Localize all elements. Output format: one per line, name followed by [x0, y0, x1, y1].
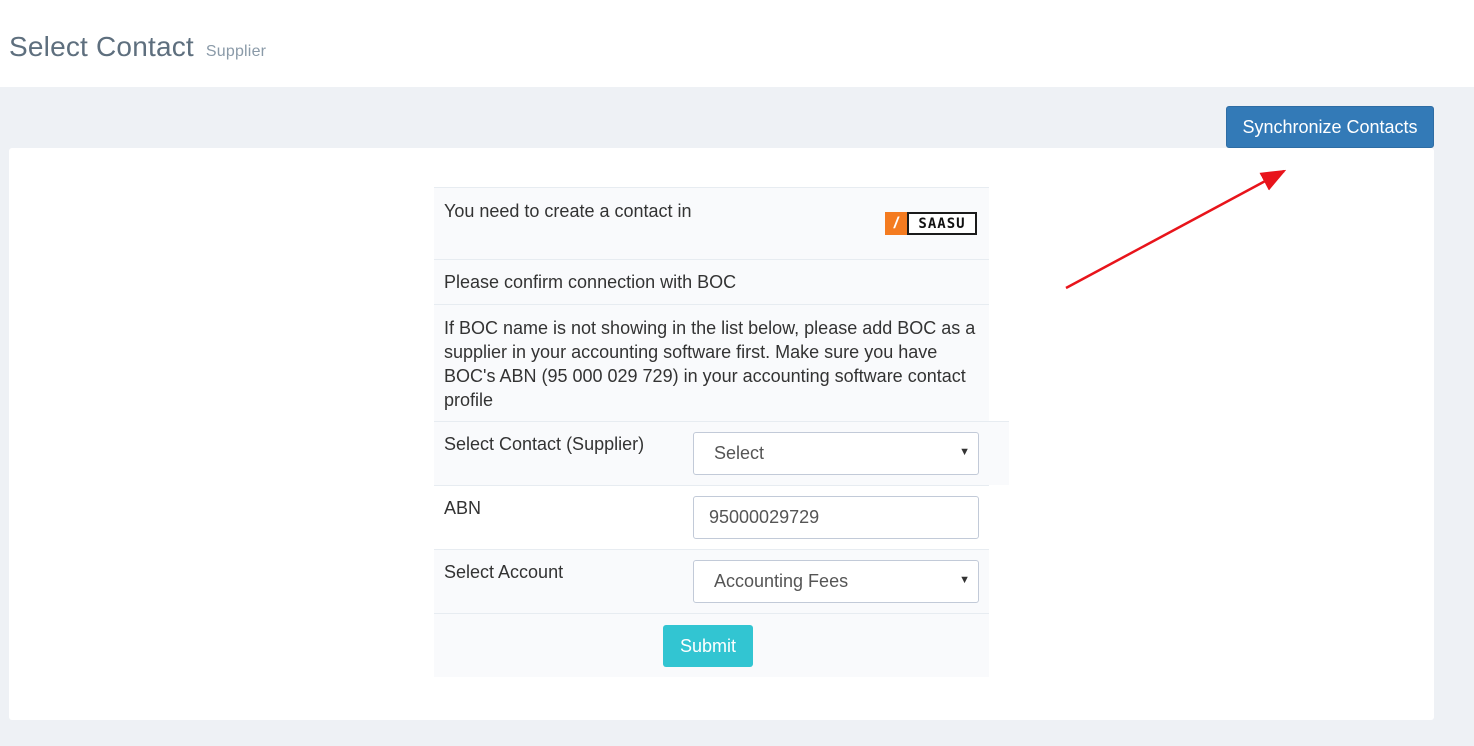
- abn-label: ABN: [444, 498, 482, 518]
- submit-button[interactable]: Submit: [663, 625, 753, 667]
- submit-row: Submit: [434, 613, 989, 677]
- intro-text: You need to create a contact in: [444, 201, 692, 221]
- saasu-mark-icon: /: [885, 212, 907, 235]
- page-title: Select Contact Supplier: [9, 31, 266, 63]
- confirm-text: Please confirm connection with BOC: [444, 272, 737, 292]
- page-header: Select Contact Supplier: [0, 0, 1474, 87]
- account-label: Select Account: [444, 562, 564, 582]
- account-row: Select Account Accounting Fees ▼: [434, 549, 989, 613]
- intro-row: You need to create a contact in / SAASU: [434, 187, 989, 259]
- info-row: If BOC name is not showing in the list b…: [434, 304, 989, 421]
- saasu-wordmark: SAASU: [909, 214, 975, 233]
- chevron-down-icon: ▼: [959, 446, 970, 458]
- chevron-down-icon: ▼: [959, 574, 970, 586]
- contact-label: Select Contact (Supplier): [444, 434, 645, 454]
- contact-row: Select Contact (Supplier) Select ▼: [434, 421, 1009, 485]
- account-select-value: Accounting Fees: [714, 571, 849, 591]
- abn-input-value: 95000029729: [709, 507, 820, 527]
- contact-select[interactable]: Select ▼: [693, 432, 979, 475]
- page-title-text: Select Contact: [9, 31, 194, 62]
- abn-row: ABN 95000029729: [434, 485, 989, 549]
- account-select[interactable]: Accounting Fees ▼: [693, 560, 979, 603]
- abn-input[interactable]: 95000029729: [693, 496, 979, 539]
- synchronize-contacts-button[interactable]: Synchronize Contacts: [1226, 106, 1434, 148]
- saasu-logo: / SAASU: [885, 212, 977, 235]
- contact-select-value: Select: [714, 443, 765, 463]
- confirm-row: Please confirm connection with BOC: [434, 259, 989, 304]
- info-text: If BOC name is not showing in the list b…: [444, 318, 976, 410]
- page-subtitle: Supplier: [205, 43, 267, 60]
